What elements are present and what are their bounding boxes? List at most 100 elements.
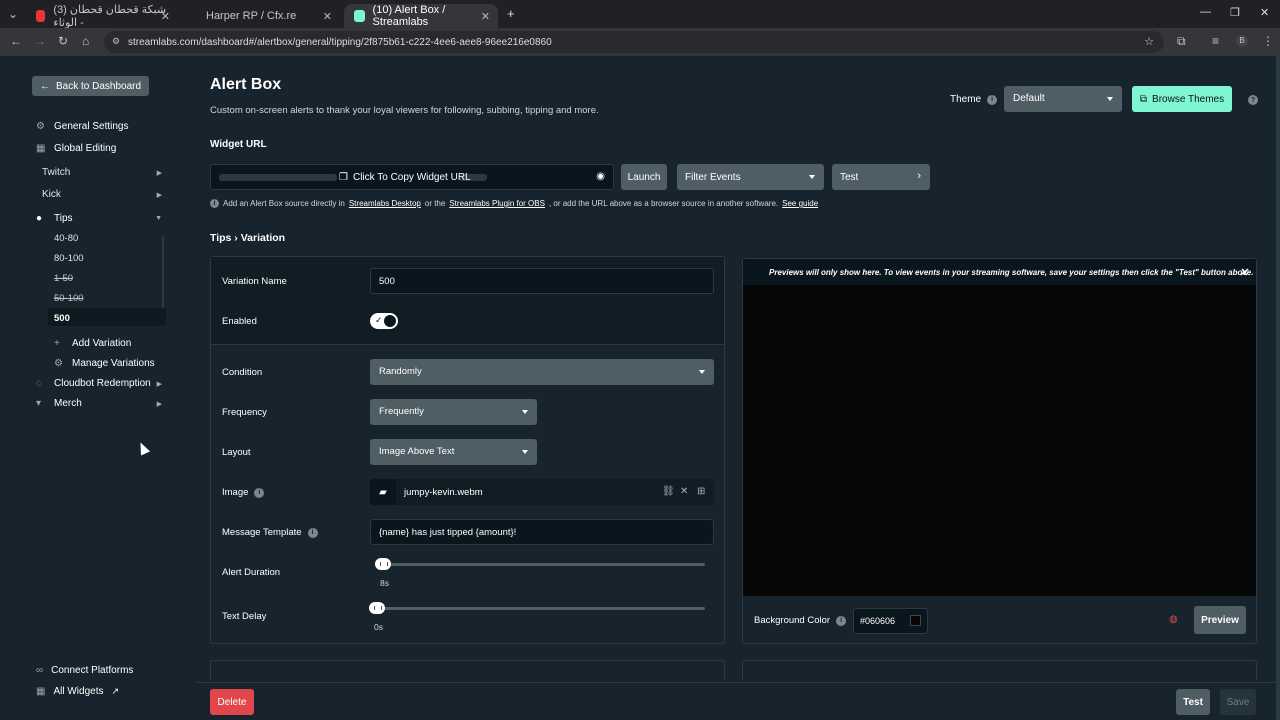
slider-thumb[interactable]: [369, 602, 385, 614]
plus-icon: +: [54, 337, 60, 349]
alert-duration-label: Alert Duration: [222, 567, 281, 578]
sidebar-item-kick[interactable]: Kick ▶: [42, 189, 162, 200]
browser-menu-icon[interactable]: ⋮: [1262, 34, 1274, 48]
info-icon[interactable]: i: [987, 94, 998, 105]
preview-note-text: Previews will only show here. To view ev…: [769, 267, 1254, 277]
browser-tab-youtube[interactable]: (3) شبكة قحطان قحطان الوثاء - ✕: [26, 4, 178, 29]
add-variation-label: Add Variation: [72, 338, 132, 349]
shirt-icon: ▾: [36, 397, 42, 409]
streamlabs-desktop-link[interactable]: Streamlabs Desktop: [349, 199, 421, 208]
delete-button[interactable]: Delete: [210, 689, 254, 715]
back-label: Back to Dashboard: [56, 80, 142, 92]
browse-themes-button[interactable]: ⧉ Browse Themes: [1132, 86, 1232, 112]
text-delay-slider[interactable]: [369, 602, 705, 614]
background-color-input[interactable]: #060606: [853, 608, 928, 634]
close-tab-icon[interactable]: ✕: [323, 10, 332, 23]
variation-item-selected[interactable]: 500: [54, 313, 70, 324]
bookmark-star-icon[interactable]: ☆: [1144, 35, 1154, 48]
profile-avatar[interactable]: B: [1236, 35, 1248, 47]
info-icon[interactable]: i: [254, 487, 265, 498]
footer-test-button[interactable]: Test: [1176, 689, 1210, 715]
clear-icon[interactable]: ✕: [680, 486, 688, 497]
external-link-icon: ↗: [111, 686, 120, 696]
variation-item[interactable]: 80-100: [54, 253, 84, 264]
sidebar-item-merch[interactable]: ▾ Merch ▶: [36, 398, 162, 409]
info-icon[interactable]: i: [836, 615, 847, 626]
restore-icon[interactable]: ❐: [1230, 6, 1240, 19]
sidebar-item-label: Cloudbot Redemption: [54, 378, 151, 389]
close-window-icon[interactable]: ✕: [1260, 6, 1269, 19]
variation-item[interactable]: 50-100: [54, 293, 84, 304]
all-widgets-label: All Widgets: [53, 686, 104, 697]
variation-name-input[interactable]: 500: [370, 268, 714, 294]
image-media-field[interactable]: ▰ jumpy-kevin.webm ⛓ ✕ ⊞: [370, 479, 714, 505]
gallery-icon[interactable]: ⊞: [697, 486, 705, 497]
message-template-input[interactable]: {name} has just tipped {amount}!: [370, 519, 714, 545]
browser-tab-streamlabs[interactable]: (10) Alert Box / Streamlabs ✕: [344, 4, 498, 28]
enabled-toggle[interactable]: ✓: [370, 313, 398, 329]
sidebar-item-cloudbot[interactable]: ◌ Cloudbot Redemption ▶: [36, 378, 162, 389]
theme-select[interactable]: Default: [1004, 86, 1122, 112]
filter-events-select[interactable]: Filter Events: [677, 164, 824, 190]
text-delay-label: Text Delay: [222, 611, 267, 622]
alert-duration-slider[interactable]: [375, 558, 705, 570]
eye-icon[interactable]: ◉: [596, 171, 605, 182]
back-to-dashboard-button[interactable]: ← Back to Dashboard: [32, 76, 150, 96]
sidebar-item-global-editing[interactable]: ▦ Global Editing: [36, 143, 116, 154]
alert-duration-value: 8s: [380, 578, 389, 588]
see-guide-link[interactable]: See guide: [782, 199, 818, 208]
close-tab-icon[interactable]: ✕: [481, 10, 490, 23]
variation-item[interactable]: 40-80: [54, 233, 78, 244]
url-field[interactable]: ⚙ streamlabs.com/dashboard#/alertbox/gen…: [104, 31, 1164, 53]
help-icon[interactable]: ?: [1248, 95, 1258, 105]
extensions-icon[interactable]: ⧉: [1177, 34, 1186, 49]
sidebar-item-label: Twitch: [42, 167, 71, 178]
folder-icon[interactable]: ▰: [370, 479, 396, 505]
site-info-icon[interactable]: ⚙: [112, 36, 120, 47]
widget-url-label: Widget URL: [210, 139, 267, 150]
frequency-select[interactable]: Frequently: [370, 399, 537, 425]
new-tab-button[interactable]: +: [507, 6, 515, 21]
home-icon[interactable]: ⌂: [82, 34, 89, 48]
copy-widget-url-label: Click To Copy Widget URL: [352, 172, 471, 183]
chevron-right-icon: ▶: [156, 380, 162, 388]
widget-url-field[interactable]: ❐ Click To Copy Widget URL ◉: [210, 164, 614, 190]
all-widgets-link[interactable]: ▦ All Widgets ↗: [36, 686, 119, 697]
save-button[interactable]: Save: [1220, 689, 1256, 715]
copy-widget-url[interactable]: ❐ Click To Copy Widget URL: [339, 172, 471, 183]
connect-platforms-link[interactable]: ∞ Connect Platforms: [36, 665, 133, 676]
test-button[interactable]: Test ›: [832, 164, 930, 190]
reload-icon[interactable]: ↻: [58, 34, 68, 48]
image-label: Image i: [222, 487, 265, 498]
add-variation-button[interactable]: + Add Variation: [54, 338, 131, 349]
back-icon[interactable]: ←: [10, 34, 22, 48]
launch-button[interactable]: Launch: [621, 164, 667, 190]
tab-search-icon[interactable]: ⌄: [8, 7, 18, 21]
forward-icon[interactable]: →: [34, 34, 46, 48]
layout-select[interactable]: Image Above Text: [370, 439, 537, 465]
layout-label: Layout: [222, 447, 251, 458]
variation-settings-panel: Variation Name 500 Enabled ✓ Condition R…: [210, 256, 725, 644]
sidebar-item-twitch[interactable]: Twitch ▶: [42, 167, 162, 178]
color-swatch[interactable]: [910, 615, 921, 626]
info-icon[interactable]: i: [307, 527, 318, 538]
sidebar-item-tips[interactable]: ● Tips ▼: [36, 213, 162, 224]
preview-button[interactable]: Preview: [1194, 606, 1246, 634]
media-icon[interactable]: ≡: [1212, 34, 1219, 48]
close-tab-icon[interactable]: ✕: [161, 10, 170, 23]
minimize-icon[interactable]: —: [1200, 6, 1211, 18]
slider-thumb[interactable]: [375, 558, 391, 570]
toggle-knob: [384, 315, 396, 327]
variation-item[interactable]: 1-50: [54, 273, 73, 284]
link-icon[interactable]: ⛓: [662, 486, 675, 497]
background-color-value: #060606: [860, 616, 896, 626]
caret-down-icon: [809, 175, 815, 179]
close-icon[interactable]: ✕: [1239, 266, 1248, 279]
page-scrollbar[interactable]: [1276, 56, 1280, 720]
manage-variations-button[interactable]: ⚙ Manage Variations: [54, 358, 155, 369]
mute-icon[interactable]: ◍: [1169, 614, 1178, 625]
sidebar-item-general-settings[interactable]: ⚙ General Settings: [36, 121, 129, 132]
browser-tab-cfx[interactable]: Harper RP / Cfx.re ✕: [190, 4, 340, 28]
obs-plugin-link[interactable]: Streamlabs Plugin for OBS: [449, 199, 545, 208]
condition-select[interactable]: Randomly: [370, 359, 714, 385]
